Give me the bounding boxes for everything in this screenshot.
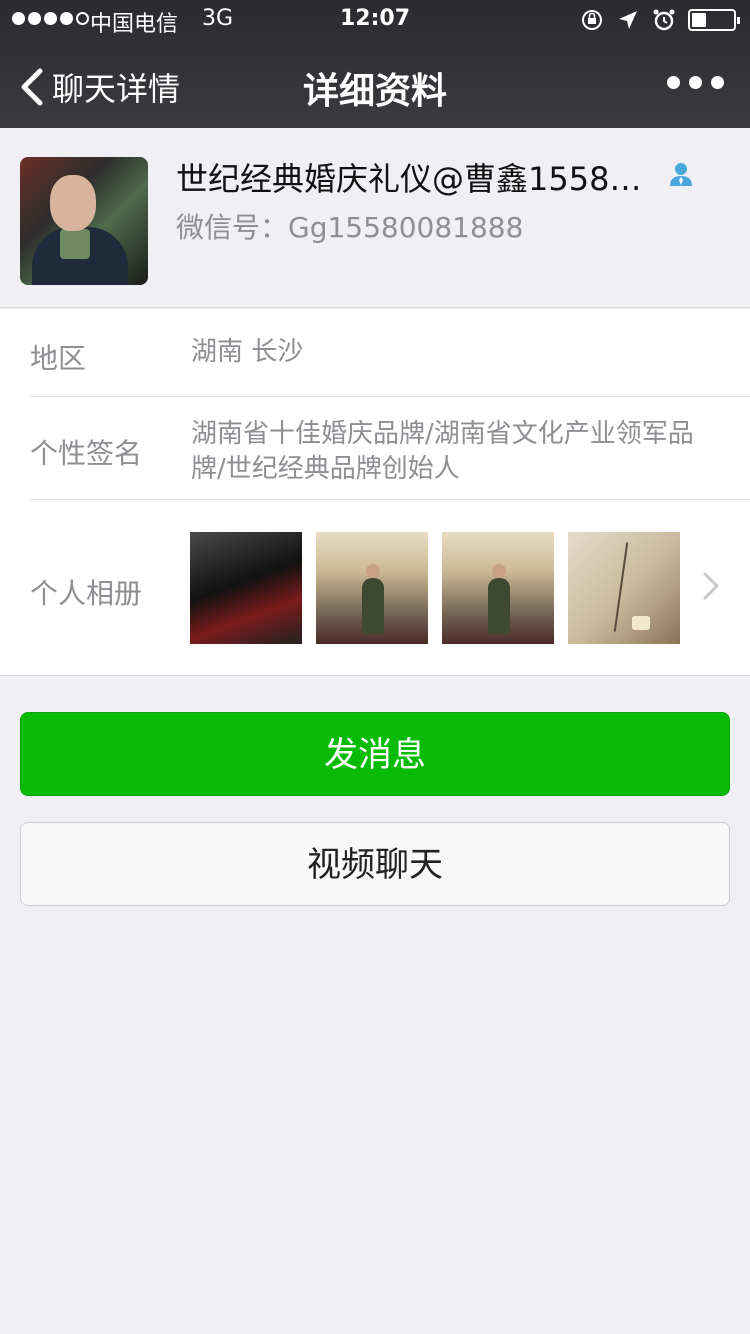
album-photo[interactable]	[568, 532, 680, 644]
profile-info: 地区 湖南 长沙 个性签名 湖南省十佳婚庆品牌/湖南省文化产业领军品牌/世纪经典…	[0, 309, 750, 676]
album-photo[interactable]	[190, 532, 302, 644]
album-photo[interactable]	[442, 532, 554, 644]
location-arrow-icon	[616, 8, 640, 32]
video-chat-button[interactable]: 视频聊天	[20, 822, 730, 906]
profile-header: 世纪经典婚庆礼仪@曹鑫15580… 微信号：Gg15580081888	[0, 128, 750, 308]
signature-value: 湖南省十佳婚庆品牌/湖南省文化产业领军品牌/世纪经典品牌创始人	[191, 419, 694, 484]
top-bar: 中国电信 3G 12:07 聊天详情 详细资料	[0, 0, 750, 128]
album-photo[interactable]	[316, 532, 428, 644]
avatar[interactable]	[20, 157, 148, 285]
album-label: 个人相册	[30, 577, 143, 610]
signature-label: 个性签名	[30, 437, 143, 470]
more-icon[interactable]	[667, 76, 724, 89]
album-photos[interactable]	[190, 532, 680, 644]
navigation-bar: 聊天详情 详细资料	[0, 40, 750, 128]
status-icons	[580, 8, 740, 32]
battery-level	[692, 13, 706, 27]
battery-icon	[688, 9, 740, 31]
person-icon	[670, 163, 692, 186]
region-label: 地区	[30, 342, 87, 375]
status-bar: 中国电信 3G 12:07	[0, 0, 750, 40]
chevron-right-icon[interactable]	[702, 571, 720, 601]
alarm-icon	[652, 8, 676, 32]
page-title: 详细资料	[302, 71, 447, 112]
rotation-lock-icon	[580, 8, 604, 32]
profile-name: 世纪经典婚庆礼仪@曹鑫15580…	[176, 160, 646, 198]
region-value: 湖南 长沙	[191, 337, 304, 367]
region-row: 地区 湖南 长沙	[0, 309, 750, 396]
send-message-button[interactable]: 发消息	[20, 712, 730, 796]
wechat-id: 微信号：Gg15580081888	[176, 211, 524, 244]
signature-row: 个性签名 湖南省十佳婚庆品牌/湖南省文化产业领军品牌/世纪经典品牌创始人	[0, 397, 750, 499]
